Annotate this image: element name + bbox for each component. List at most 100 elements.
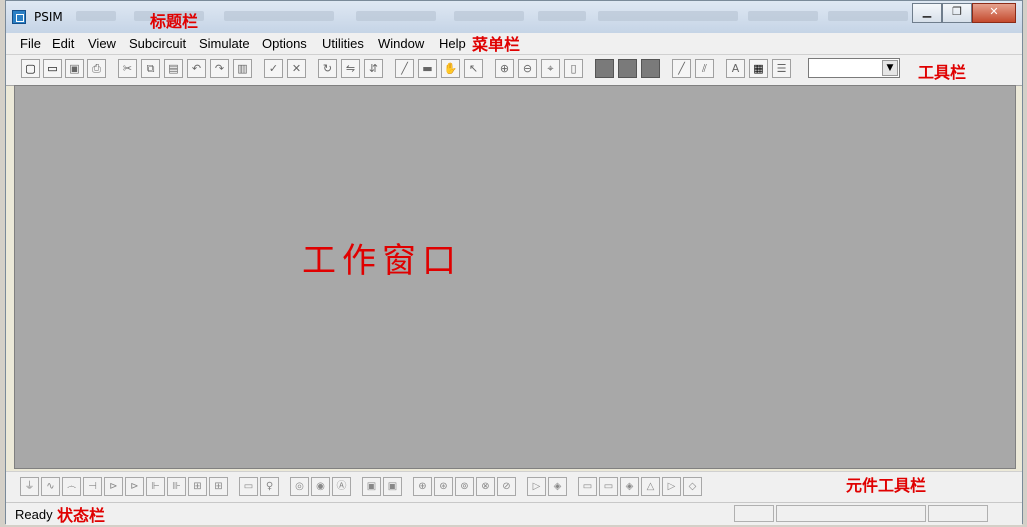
window-controls: ▁ ❐ ✕ bbox=[912, 3, 1016, 23]
library-icon[interactable]: ☰ bbox=[772, 59, 791, 78]
flip-flop-icon[interactable]: ◇ bbox=[683, 477, 702, 496]
voltmeter-icon[interactable]: ▣ bbox=[362, 477, 381, 496]
ac-source-icon[interactable]: ◉ bbox=[311, 477, 330, 496]
label-icon[interactable]: ▬ bbox=[418, 59, 437, 78]
close-icon: ✕ bbox=[989, 5, 999, 18]
annotation-status-bar: 状态栏 bbox=[57, 506, 106, 525]
menu-help[interactable]: Help bbox=[439, 36, 466, 51]
status-panel bbox=[776, 505, 926, 522]
op-amp-icon[interactable]: ▭ bbox=[599, 477, 618, 496]
background-tab-ghost bbox=[598, 11, 738, 21]
psim-app-icon bbox=[12, 10, 26, 24]
diode-icon[interactable]: ⊳ bbox=[104, 477, 123, 496]
page-icon[interactable]: ▯ bbox=[564, 59, 583, 78]
menu-simulate[interactable]: Simulate bbox=[199, 36, 250, 51]
menu-file[interactable]: File bbox=[20, 36, 41, 51]
motor-icon[interactable]: ⊕ bbox=[413, 477, 432, 496]
cut-icon[interactable]: ✂ bbox=[118, 59, 137, 78]
background-tab-ghost bbox=[356, 11, 436, 21]
menu-view[interactable]: View bbox=[88, 36, 116, 51]
clipboard-icon[interactable]: ▥ bbox=[233, 59, 252, 78]
logic-gate-icon[interactable]: ▷ bbox=[662, 477, 681, 496]
transformer-icon[interactable]: ⊞ bbox=[209, 477, 228, 496]
ammeter-icon[interactable]: ▣ bbox=[383, 477, 402, 496]
text-icon[interactable]: A bbox=[726, 59, 745, 78]
thyristor-icon[interactable]: ⊳ bbox=[125, 477, 144, 496]
rotate-icon[interactable]: ↻ bbox=[318, 59, 337, 78]
wire-icon[interactable]: ╱ bbox=[395, 59, 414, 78]
zoom-out-icon[interactable]: ⊖ bbox=[518, 59, 537, 78]
mosfet-icon[interactable]: ⊪ bbox=[167, 477, 186, 496]
close-button[interactable]: ✕ bbox=[972, 3, 1016, 23]
pause-icon[interactable] bbox=[618, 59, 637, 78]
menu-window[interactable]: Window bbox=[378, 36, 424, 51]
status-panel bbox=[928, 505, 988, 522]
background-tab-ghost bbox=[224, 11, 334, 21]
toolbar-combo[interactable]: ▼ bbox=[808, 58, 900, 78]
chevron-down-icon[interactable]: ▼ bbox=[882, 60, 898, 76]
background-tab-ghost bbox=[748, 11, 818, 21]
undo-icon[interactable]: ↶ bbox=[187, 59, 206, 78]
probe-multi-icon[interactable]: ⫽ bbox=[695, 59, 714, 78]
zoom-fit-icon[interactable]: ⌖ bbox=[541, 59, 560, 78]
menu-utilities[interactable]: Utilities bbox=[322, 36, 364, 51]
main-toolbar: ▢ ▭ ▣ ⎙ ✂ ⧉ ▤ ↶ ↷ ▥ ✓ ✕ ↻ ⇋ ⇵ ╱ ▬ ✋ ↖ ⊕ … bbox=[6, 55, 1022, 86]
background-tab-ghost bbox=[828, 11, 908, 21]
maximize-button[interactable]: ❐ bbox=[942, 3, 972, 23]
status-bar: Ready bbox=[6, 502, 1022, 525]
element-list-icon[interactable]: ▦ bbox=[749, 59, 768, 78]
stop-icon[interactable] bbox=[641, 59, 660, 78]
annotation-title-bar: 标题栏 bbox=[150, 12, 199, 31]
flip-lr-icon[interactable]: ⇋ bbox=[341, 59, 360, 78]
check-icon[interactable]: ✓ bbox=[264, 59, 283, 78]
copy-icon[interactable]: ⧉ bbox=[141, 59, 160, 78]
limiter-icon[interactable]: ◈ bbox=[620, 477, 639, 496]
open-folder-icon[interactable]: ▭ bbox=[43, 59, 62, 78]
annotation-menu-bar: 菜单栏 bbox=[472, 35, 521, 54]
menu-subcircuit[interactable]: Subcircuit bbox=[129, 36, 186, 51]
capacitor-icon[interactable]: ⊣ bbox=[83, 477, 102, 496]
gain-icon[interactable]: ▭ bbox=[239, 477, 258, 496]
current-source-icon[interactable]: Ⓐ bbox=[332, 477, 351, 496]
redo-icon[interactable]: ↷ bbox=[210, 59, 229, 78]
inductor-icon[interactable]: ෴ bbox=[62, 477, 81, 496]
background-tab-ghost bbox=[538, 11, 586, 21]
flip-tb-icon[interactable]: ⇵ bbox=[364, 59, 383, 78]
menu-options[interactable]: Options bbox=[262, 36, 307, 51]
controller-icon[interactable]: ▷ bbox=[527, 477, 546, 496]
cross-icon[interactable]: ✕ bbox=[287, 59, 306, 78]
annotation-component-toolbar: 元件工具栏 bbox=[846, 476, 927, 495]
pan-hand-icon[interactable]: ✋ bbox=[441, 59, 460, 78]
comparator-icon[interactable]: ▭ bbox=[578, 477, 597, 496]
restore-icon: ❐ bbox=[952, 5, 962, 18]
ground-icon[interactable]: ⏚ bbox=[20, 477, 39, 496]
probe-icon[interactable]: ╱ bbox=[672, 59, 691, 78]
menu-edit[interactable]: Edit bbox=[52, 36, 74, 51]
window-title: PSIM bbox=[34, 10, 63, 24]
background-tab-ghost bbox=[454, 11, 524, 21]
work-canvas[interactable] bbox=[14, 85, 1016, 469]
load-icon[interactable]: ⊘ bbox=[497, 477, 516, 496]
encoder-icon[interactable]: ⊗ bbox=[476, 477, 495, 496]
switch-icon[interactable]: ⊞ bbox=[188, 477, 207, 496]
zoom-in-icon[interactable]: ⊕ bbox=[495, 59, 514, 78]
resistor-icon[interactable]: ∿ bbox=[41, 477, 60, 496]
minimize-button[interactable]: ▁ bbox=[912, 3, 942, 23]
background-tab-ghost bbox=[76, 11, 116, 21]
annotation-work-window: 工作窗口 bbox=[302, 241, 462, 281]
source-icon[interactable]: ♀ bbox=[260, 477, 279, 496]
status-panel bbox=[734, 505, 774, 522]
run-icon[interactable] bbox=[595, 59, 614, 78]
select-arrow-icon[interactable]: ↖ bbox=[464, 59, 483, 78]
sensor-icon[interactable]: ⊚ bbox=[455, 477, 474, 496]
dc-source-icon[interactable]: ◎ bbox=[290, 477, 309, 496]
save-icon[interactable]: ▣ bbox=[65, 59, 84, 78]
new-file-icon[interactable]: ▢ bbox=[21, 59, 40, 78]
print-icon[interactable]: ⎙ bbox=[87, 59, 106, 78]
pi-block-icon[interactable]: ◈ bbox=[548, 477, 567, 496]
generator-icon[interactable]: ⊛ bbox=[434, 477, 453, 496]
paste-icon[interactable]: ▤ bbox=[164, 59, 183, 78]
psim-window: PSIM ▁ ❐ ✕ File Edit View Subcircuit Sim… bbox=[5, 0, 1023, 525]
triangle-wave-icon[interactable]: △ bbox=[641, 477, 660, 496]
igbt-icon[interactable]: ⊩ bbox=[146, 477, 165, 496]
